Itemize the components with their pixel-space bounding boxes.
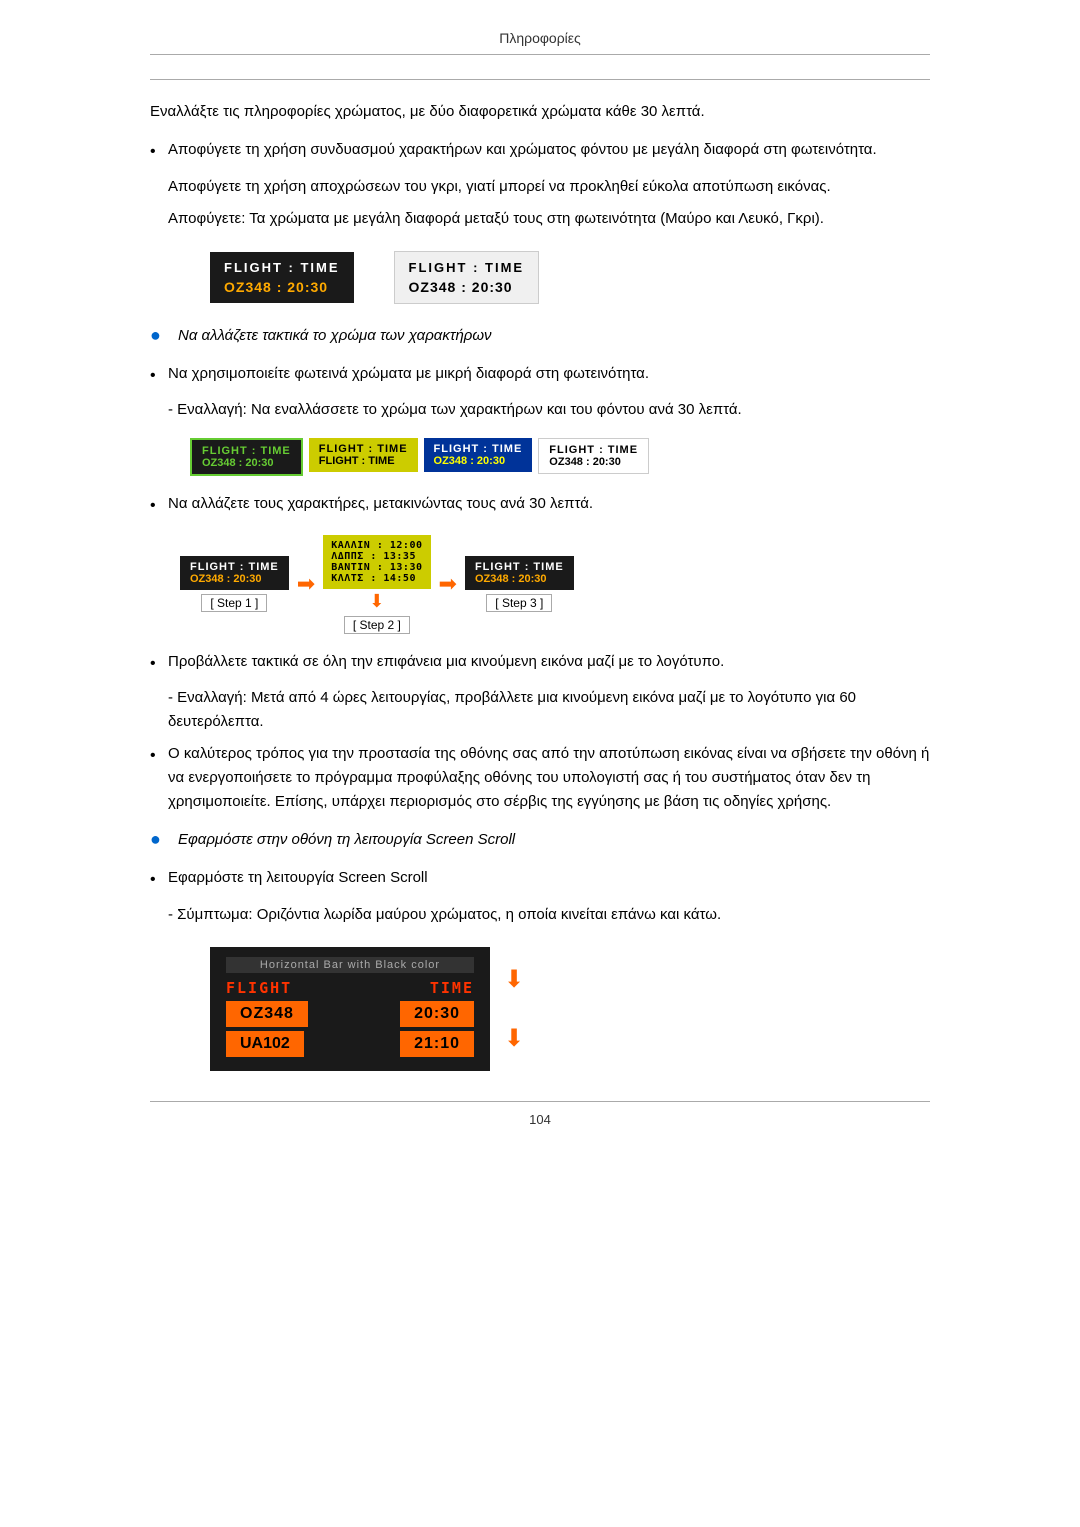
scroll-display-box: Horizontal Bar with Black color FLIGHT T… xyxy=(210,947,490,1071)
bullet-item-2: • Να χρησιμοποιείτε φωτεινά χρώματα με μ… xyxy=(150,362,930,389)
step2-line3: ΒΑΝΤΙΝ : 13:30 xyxy=(331,562,422,573)
scroll-down-arrow-1: ⬇ xyxy=(504,965,524,994)
multi-color-boxes-row: FLIGHT : TIME OZ348 : 20:30 FLIGHT : TIM… xyxy=(150,438,930,476)
step-1-item: FLIGHT : TIME OZ348 : 20:30 [ Step 1 ] xyxy=(180,556,289,612)
flight-display-row: FLIGHT : TIME OZ348 : 20:30 FLIGHT : TIM… xyxy=(150,251,930,304)
step3-label: [ Step 3 ] xyxy=(486,594,552,612)
step1-dta: OZ348 : 20:30 xyxy=(190,573,279,585)
step2-line2: ΛΔΠΠΣ : 13:35 xyxy=(331,551,422,562)
sub-text-3: - Εναλλαγή: Να εναλλάσσετε το χρώμα των … xyxy=(168,398,930,422)
yellow-box-hdr: FLIGHT : TIME xyxy=(319,443,408,455)
flight-box-light: FLIGHT : TIME OZ348 : 20:30 xyxy=(394,251,540,304)
bullet-dot-4: • xyxy=(150,651,168,677)
header-title: Πληροφορίες xyxy=(499,30,581,46)
blue-dot-icon-1: ● xyxy=(150,325,170,346)
bullet5-text: Ο καλύτερος τρόπος για την προστασία της… xyxy=(168,745,929,810)
scroll-display-container: Horizontal Bar with Black color FLIGHT T… xyxy=(150,947,930,1071)
bullet1-text: Αποφύγετε τη χρήση συνδυασμού χαρακτήρων… xyxy=(168,141,877,158)
step1-hdr: FLIGHT : TIME xyxy=(190,561,279,573)
arrow-icon-1: ➡ xyxy=(297,571,315,597)
blue-box-dta: OZ348 : 20:30 xyxy=(434,455,523,467)
page-number: 104 xyxy=(529,1112,551,1127)
scroll-col-headers: FLIGHT TIME xyxy=(226,979,474,997)
blue-note-2-text: Εφαρμόστε στην οθόνη τη λειτουργία Scree… xyxy=(178,828,515,852)
step2-label: [ Step 2 ] xyxy=(344,616,410,634)
sub-text-5: - Σύμπτωμα: Οριζόντια λωρίδα μαύρου χρώμ… xyxy=(168,903,930,927)
dark-box-header: FLIGHT : TIME xyxy=(224,260,340,275)
step-3-item: FLIGHT : TIME OZ348 : 20:30 [ Step 3 ] xyxy=(465,556,574,612)
step3-dta: OZ348 : 20:30 xyxy=(475,573,564,585)
blue-dot-note-1: ● Να αλλάζετε τακτικά το χρώμα των χαρακ… xyxy=(150,324,930,348)
scroll-header-bar: Horizontal Bar with Black color xyxy=(226,957,474,973)
step3-box: FLIGHT : TIME OZ348 : 20:30 xyxy=(465,556,574,590)
step1-label: [ Step 1 ] xyxy=(201,594,267,612)
bullet-content-1: Αποφύγετε τη χρήση συνδυασμού χαρακτήρων… xyxy=(168,138,930,162)
flight-box-blue: FLIGHT : TIME OZ348 : 20:30 xyxy=(424,438,533,472)
flight-box-green: FLIGHT : TIME OZ348 : 20:30 xyxy=(190,438,303,476)
flight-box-dark: FLIGHT : TIME OZ348 : 20:30 xyxy=(210,252,354,303)
bullet6-text: Εφαρμόστε τη λειτουργία Screen Scroll xyxy=(168,869,428,886)
blue-dot-icon-2: ● xyxy=(150,829,170,850)
step3-hdr: FLIGHT : TIME xyxy=(475,561,564,573)
yellow-box-dta: FLIGHT : TIME xyxy=(319,455,408,467)
bullet-item-4: • Προβάλλετε τακτικά σε όλη την επιφάνει… xyxy=(150,650,930,677)
green-box-dta: OZ348 : 20:30 xyxy=(202,457,291,469)
bullet-dot-6: • xyxy=(150,867,168,893)
bullet-dot-2: • xyxy=(150,363,168,389)
bullet4-text: Προβάλλετε τακτικά σε όλη την επιφάνεια … xyxy=(168,653,724,670)
flight-box-yellow: FLIGHT : TIME FLIGHT : TIME xyxy=(309,438,418,472)
sub-text-2: Αποφύγετε: Τα χρώματα με μεγάλη διαφορά … xyxy=(168,207,930,231)
scroll-r1c2: 20:30 xyxy=(400,1001,474,1027)
flight-box-white: FLIGHT : TIME OZ348 : 20:30 xyxy=(538,438,649,474)
scroll-r1c1: OZ348 xyxy=(226,1001,308,1027)
green-box-hdr: FLIGHT : TIME xyxy=(202,445,291,457)
bullet-item-6: • Εφαρμόστε τη λειτουργία Screen Scroll xyxy=(150,866,930,893)
intro-text: Εναλλάξτε τις πληροφορίες χρώματος, με δ… xyxy=(150,100,930,124)
step2-line4: ΚΛΛΤΣ : 14:50 xyxy=(331,573,422,584)
blue-dot-note-2: ● Εφαρμόστε στην οθόνη τη λειτουργία Scr… xyxy=(150,828,930,852)
bullet3-text: Να αλλάζετε τους χαρακτήρες, μετακινώντα… xyxy=(168,495,593,512)
page-header: Πληροφορίες xyxy=(150,30,930,55)
scroll-col2-hdr: TIME xyxy=(430,979,474,997)
scroll-col1-hdr: FLIGHT xyxy=(226,979,292,997)
scroll-row-1: OZ348 20:30 xyxy=(226,1001,474,1027)
bullet-item-1: • Αποφύγετε τη χρήση συνδυασμού χαρακτήρ… xyxy=(150,138,930,165)
step1-box: FLIGHT : TIME OZ348 : 20:30 xyxy=(180,556,289,590)
bullet-item-5: • Ο καλύτερος τρόπος για την προστασία τ… xyxy=(150,742,930,814)
light-box-header: FLIGHT : TIME xyxy=(409,260,525,275)
bullet2-text: Να χρησιμοποιείτε φωτεινά χρώματα με μικ… xyxy=(168,365,649,382)
dark-box-data: OZ348 : 20:30 xyxy=(224,279,340,295)
bullet-content-4: Προβάλλετε τακτικά σε όλη την επιφάνεια … xyxy=(168,650,930,674)
bullet-dot-1: • xyxy=(150,139,168,165)
arrow-icon-2: ➡ xyxy=(439,571,457,597)
step2-box: ΚΑΛΛΙΝ : 12:00 ΛΔΠΠΣ : 13:35 ΒΑΝΤΙΝ : 13… xyxy=(323,535,430,589)
scroll-arrows: ⬇ ⬇ xyxy=(504,965,524,1053)
scroll-down-arrow-2: ⬇ xyxy=(504,1024,524,1053)
bullet-item-3: • Να αλλάζετε τους χαρακτήρες, μετακινών… xyxy=(150,492,930,519)
scroll-r2c1: UA102 xyxy=(226,1031,304,1057)
bullet-content-3: Να αλλάζετε τους χαρακτήρες, μετακινώντα… xyxy=(168,492,930,516)
step2-line1: ΚΑΛΛΙΝ : 12:00 xyxy=(331,540,422,551)
header-divider xyxy=(150,79,930,80)
down-arrow-step2: ⬇ xyxy=(369,591,384,612)
steps-container: FLIGHT : TIME OZ348 : 20:30 [ Step 1 ] ➡… xyxy=(150,535,930,634)
scroll-display-outer: Horizontal Bar with Black color FLIGHT T… xyxy=(210,947,930,1071)
sub-text-1: Αποφύγετε τη χρήση αποχρώσεων του γκρι, … xyxy=(168,175,930,199)
blue-note-1-text: Να αλλάζετε τακτικά το χρώμα των χαρακτή… xyxy=(178,324,492,348)
step-2-item: ΚΑΛΛΙΝ : 12:00 ΛΔΠΠΣ : 13:35 ΒΑΝΤΙΝ : 13… xyxy=(323,535,430,634)
scroll-r2c2: 21:10 xyxy=(400,1031,474,1057)
scroll-row-2: UA102 21:10 xyxy=(226,1031,474,1057)
bullet-content-6: Εφαρμόστε τη λειτουργία Screen Scroll xyxy=(168,866,930,890)
white-box-dta: OZ348 : 20:30 xyxy=(549,456,638,468)
white-box-hdr: FLIGHT : TIME xyxy=(549,444,638,456)
sub-text-4: - Εναλλαγή: Μετά από 4 ώρες λειτουργίας,… xyxy=(168,686,930,734)
blue-box-hdr: FLIGHT : TIME xyxy=(434,443,523,455)
bullet-dot-5: • xyxy=(150,743,168,769)
scroll-header-text: Horizontal Bar with Black color xyxy=(260,959,440,971)
page-footer: 104 xyxy=(150,1101,930,1127)
light-box-data: OZ348 : 20:30 xyxy=(409,279,525,295)
bullet-content-2: Να χρησιμοποιείτε φωτεινά χρώματα με μικ… xyxy=(168,362,930,386)
bullet-content-5: Ο καλύτερος τρόπος για την προστασία της… xyxy=(168,742,930,814)
bullet-dot-3: • xyxy=(150,493,168,519)
